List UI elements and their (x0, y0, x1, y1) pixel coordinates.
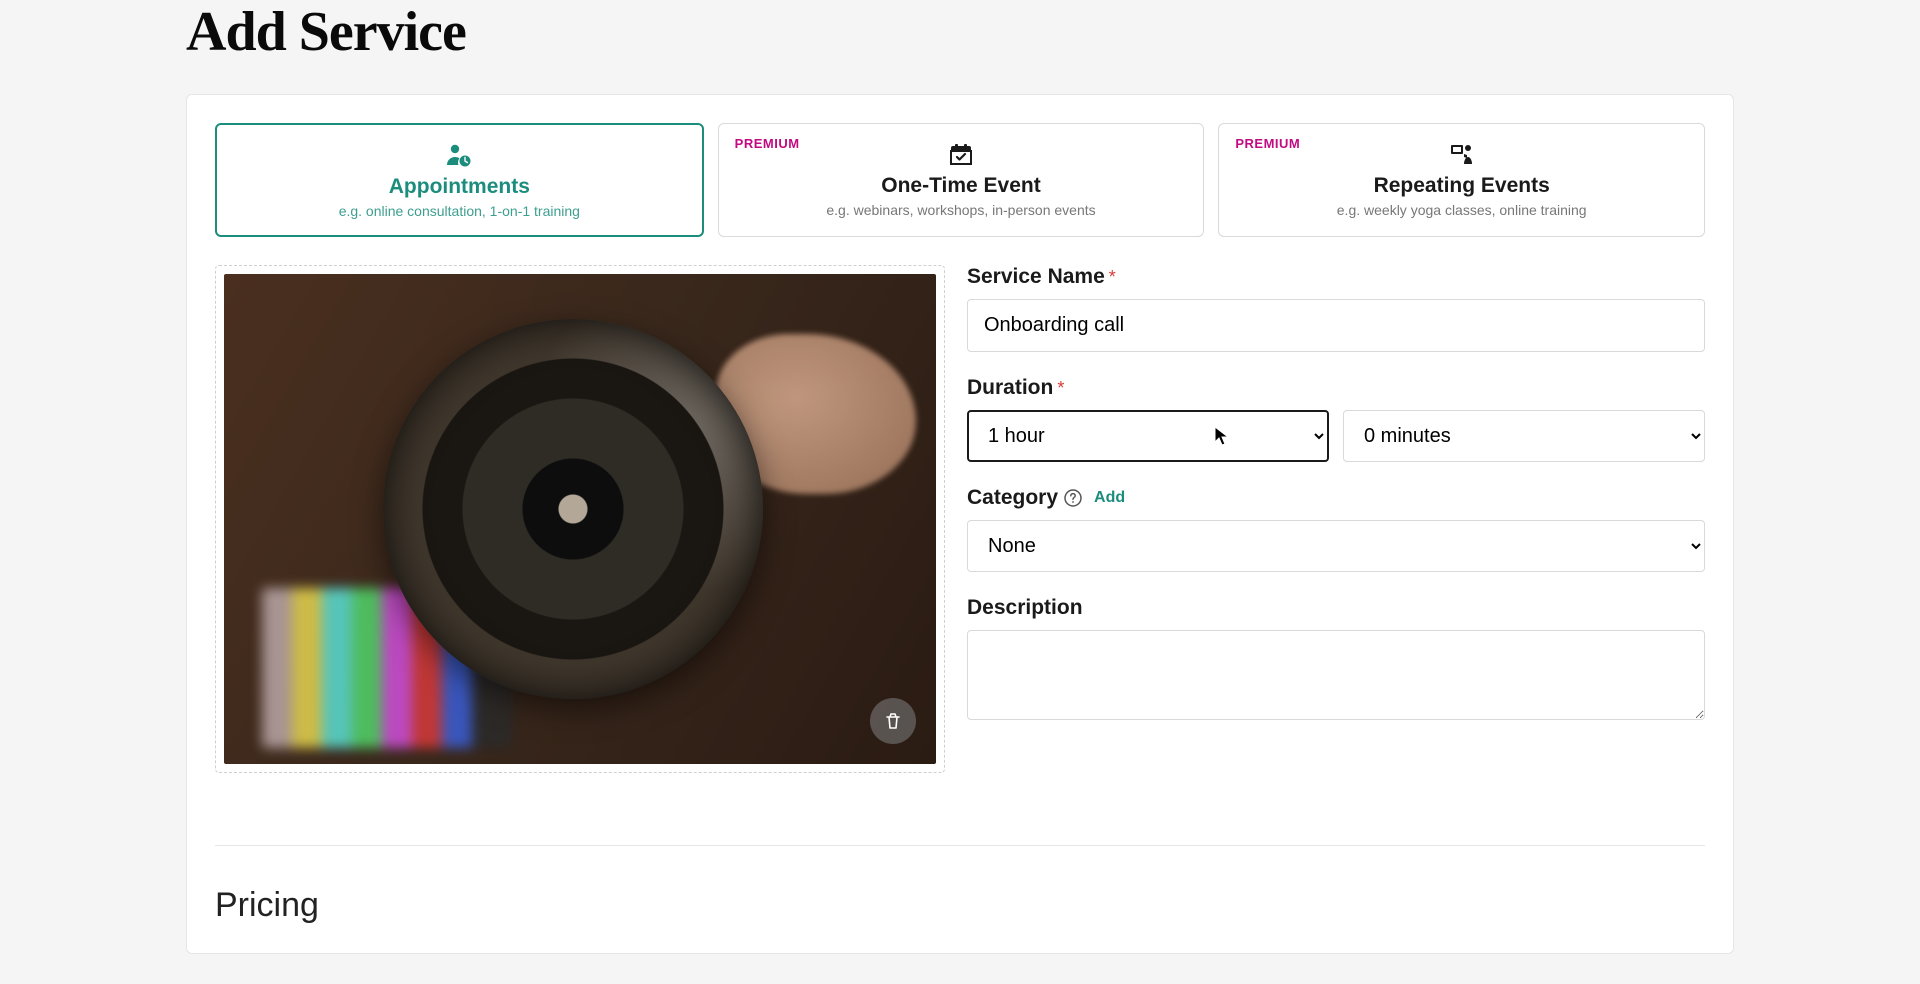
description-textarea[interactable] (967, 630, 1705, 720)
category-label: Category (967, 486, 1058, 510)
required-mark: * (1057, 378, 1064, 398)
person-clock-icon (231, 141, 688, 169)
duration-hours-select[interactable]: 1 hour (967, 410, 1329, 462)
section-divider (215, 845, 1705, 846)
image-column (215, 265, 945, 773)
image-drop-zone[interactable] (215, 265, 945, 773)
type-tile-one-time-event[interactable]: PREMIUM One-Time Event e.g. webinars, wo… (718, 123, 1205, 237)
type-tile-subtitle: e.g. online consultation, 1-on-1 trainin… (231, 203, 688, 219)
type-tile-title: One-Time Event (733, 174, 1190, 198)
form-column: Service Name* Duration* 1 hour 0 minutes (967, 265, 1705, 773)
type-tile-title: Repeating Events (1233, 174, 1690, 198)
trash-icon (883, 711, 903, 731)
required-mark: * (1109, 267, 1116, 287)
type-tile-subtitle: e.g. webinars, workshops, in-person even… (733, 202, 1190, 218)
service-image-preview (224, 274, 936, 764)
category-select[interactable]: None (967, 520, 1705, 572)
calendar-check-icon (733, 140, 1190, 168)
pricing-heading: Pricing (215, 886, 1705, 925)
presenter-icon (1233, 140, 1690, 168)
duration-group: Duration* 1 hour 0 minutes (967, 376, 1705, 462)
type-tile-subtitle: e.g. weekly yoga classes, online trainin… (1233, 202, 1690, 218)
service-type-row: Appointments e.g. online consultation, 1… (215, 123, 1705, 237)
page-title: Add Service (186, 0, 1734, 64)
help-icon[interactable] (1064, 489, 1082, 507)
premium-badge: PREMIUM (1235, 136, 1300, 151)
duration-minutes-select[interactable]: 0 minutes (1343, 410, 1705, 462)
duration-label: Duration (967, 376, 1053, 400)
delete-image-button[interactable] (870, 698, 916, 744)
service-name-group: Service Name* (967, 265, 1705, 352)
add-service-card: Appointments e.g. online consultation, 1… (186, 94, 1734, 954)
service-name-input[interactable] (967, 299, 1705, 352)
description-group: Description (967, 596, 1705, 725)
description-label: Description (967, 596, 1083, 620)
service-name-label: Service Name (967, 265, 1105, 289)
category-group: Category Add None (967, 486, 1705, 572)
type-tile-repeating-events[interactable]: PREMIUM Repeating Events e.g. weekly yog… (1218, 123, 1705, 237)
category-add-link[interactable]: Add (1094, 489, 1125, 507)
type-tile-appointments[interactable]: Appointments e.g. online consultation, 1… (215, 123, 704, 237)
premium-badge: PREMIUM (735, 136, 800, 151)
type-tile-title: Appointments (231, 175, 688, 199)
image-detail-lens (383, 319, 763, 699)
